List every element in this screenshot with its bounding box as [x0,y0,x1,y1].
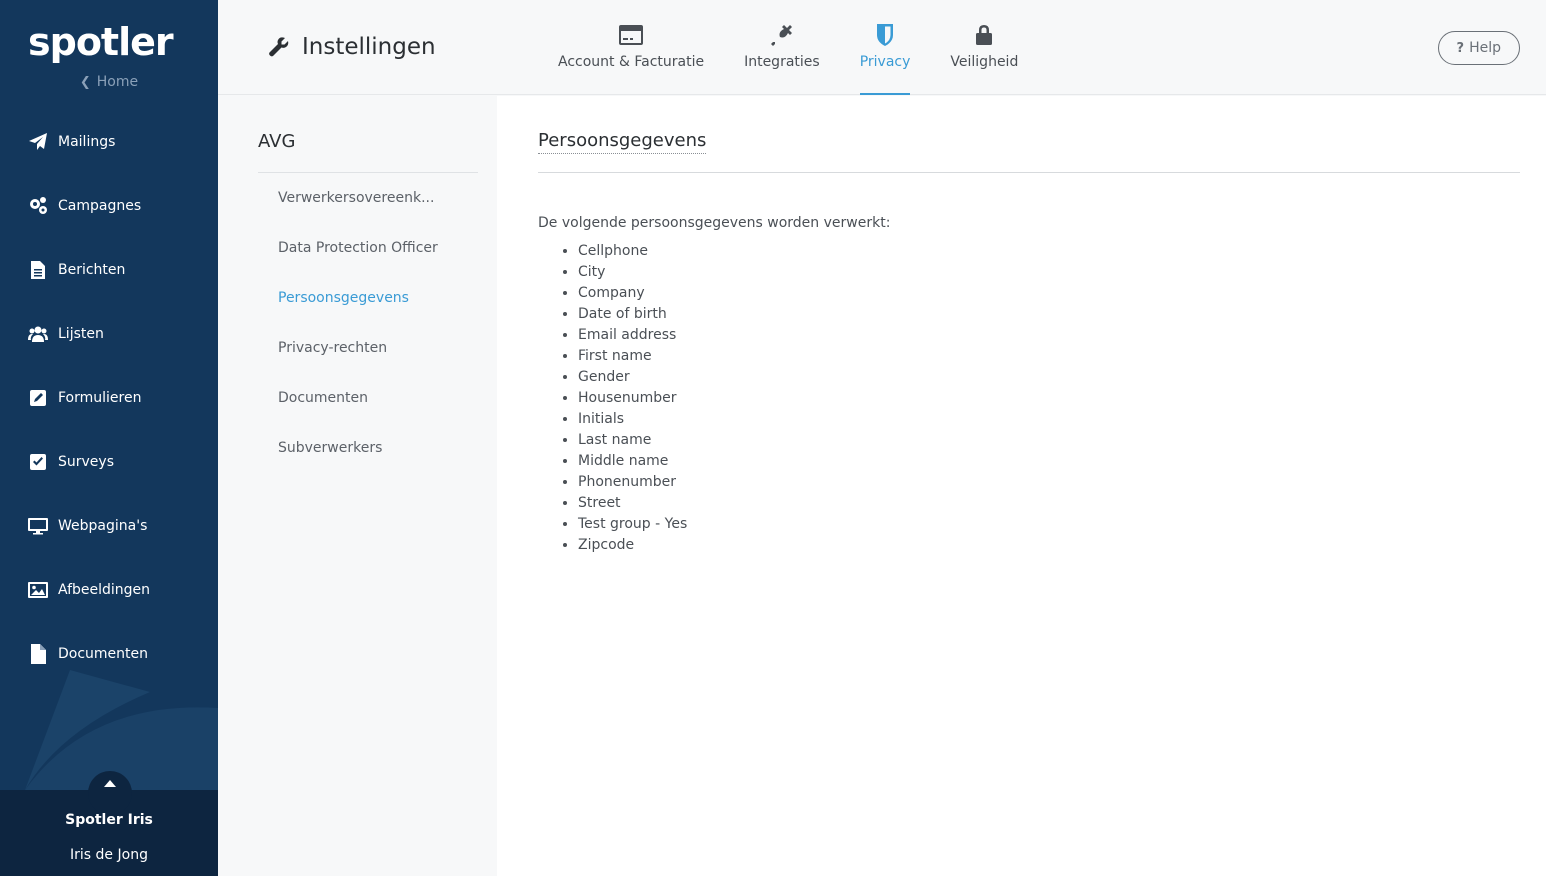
question-icon: ? [1456,40,1465,56]
tab-veiligheid[interactable]: Veiligheid [930,0,1038,95]
plug-icon [770,25,792,46]
list-item: Street [578,493,687,514]
tab-integraties[interactable]: Integraties [724,0,840,95]
wrench-icon [269,37,289,57]
top-header: Instellingen Account & Facturatie Integr… [218,0,1546,95]
settings-tabs: Account & Facturatie Integraties Privacy… [538,0,1038,95]
users-icon [27,323,49,345]
list-item: Gender [578,367,687,388]
nav-item-documenten[interactable]: Documenten [0,622,218,686]
tab-label: Account & Facturatie [558,54,705,70]
subnav-divider [258,172,478,173]
sidebar: spotler ❮ Home Mailings Campagnes Bericht… [0,0,218,876]
chevron-left-icon: ❮ [79,75,91,90]
nav-item-afbeeldingen[interactable]: Afbeeldingen [0,558,218,622]
nav-item-label: Documenten [58,646,149,662]
help-label: Help [1469,40,1501,56]
nav-item-label: Formulieren [58,390,142,406]
list-item: Zipcode [578,535,687,556]
list-item: Company [578,283,687,304]
user-panel-toggle[interactable] [88,771,132,815]
monitor-icon [27,515,49,537]
home-link[interactable]: ❮ Home [0,74,218,90]
nav-item-label: Surveys [58,454,114,470]
list-item: Phonenumber [578,472,687,493]
nav-item-label: Berichten [58,262,126,278]
subnav-item-data-protection-officer[interactable]: Data Protection Officer [278,236,468,286]
avg-subnav: AVG Verwerkersovereenk... Data Protectio… [218,96,497,876]
main-nav: Mailings Campagnes Berichten Lijsten For… [0,110,218,686]
subnav-list: Verwerkersovereenk... Data Protection Of… [278,186,468,486]
list-item: Date of birth [578,304,687,325]
subnav-item-documenten[interactable]: Documenten [278,386,468,436]
nav-item-berichten[interactable]: Berichten [0,238,218,302]
nav-item-lijsten[interactable]: Lijsten [0,302,218,366]
main-content: Persoonsgegevens De volgende persoonsgeg… [497,96,1546,876]
file-icon [27,643,49,665]
content-divider [538,172,1520,173]
user-company[interactable]: Spotler Iris [0,812,218,828]
spotler-logo: spotler [28,20,174,64]
paper-plane-icon [27,131,49,153]
nav-item-label: Mailings [58,134,116,150]
nav-item-label: Campagnes [58,198,142,214]
page-title: Instellingen [268,34,436,60]
tab-label: Integraties [744,54,820,70]
list-item: Email address [578,325,687,346]
nav-item-formulieren[interactable]: Formulieren [0,366,218,430]
image-icon [27,579,49,601]
list-item: City [578,262,687,283]
nav-item-label: Lijsten [58,326,104,342]
chevron-up-icon [104,780,116,787]
tab-label: Privacy [859,54,911,70]
document-text-icon [27,259,49,281]
shield-icon [877,24,894,46]
nav-item-surveys[interactable]: Surveys [0,430,218,494]
list-item: Test group - Yes [578,514,687,535]
list-item: Cellphone [578,241,687,262]
credit-card-icon [619,25,644,45]
subnav-title: AVG [258,131,296,152]
edit-icon [27,387,49,409]
personal-data-list: Cellphone City Company Date of birth Ema… [578,241,687,556]
user-name[interactable]: Iris de Jong [0,847,218,863]
nav-item-webpaginas[interactable]: Webpagina's [0,494,218,558]
content-title: Persoonsgegevens [538,130,707,154]
page-title-text: Instellingen [302,34,436,60]
subnav-item-subverwerkers[interactable]: Subverwerkers [278,436,468,486]
subnav-item-privacy-rechten[interactable]: Privacy-rechten [278,336,468,386]
list-item: Initials [578,409,687,430]
list-item: Housenumber [578,388,687,409]
tab-label: Veiligheid [950,54,1019,70]
help-button[interactable]: ? Help [1437,31,1520,65]
intro-text: De volgende persoonsgegevens worden verw… [538,215,891,231]
nav-item-mailings[interactable]: Mailings [0,110,218,174]
nav-item-campagnes[interactable]: Campagnes [0,174,218,238]
subnav-item-persoonsgegevens[interactable]: Persoonsgegevens [278,286,468,336]
list-item: Last name [578,430,687,451]
tab-privacy[interactable]: Privacy [840,0,931,95]
list-item: First name [578,346,687,367]
subnav-item-verwerkersovereenkomst[interactable]: Verwerkersovereenk... [278,186,468,236]
checkbox-icon [27,451,49,473]
gears-icon [27,195,49,217]
tab-account-facturatie[interactable]: Account & Facturatie [538,0,724,95]
nav-item-label: Afbeeldingen [58,582,151,598]
lock-icon [976,25,993,45]
home-label: Home [96,74,139,90]
nav-item-label: Webpagina's [58,518,148,534]
list-item: Middle name [578,451,687,472]
